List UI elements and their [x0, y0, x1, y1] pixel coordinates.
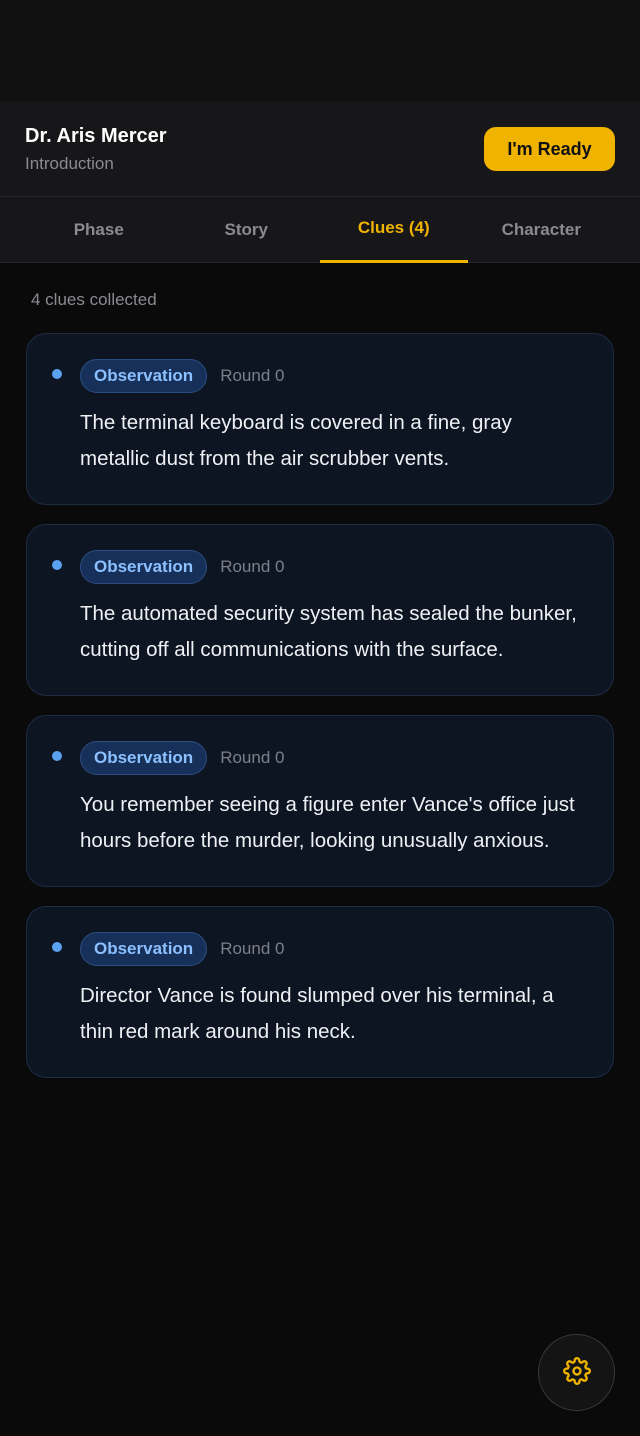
status-bar-area [0, 0, 640, 102]
clue-text: The automated security system has sealed… [80, 602, 577, 661]
gear-icon [562, 1357, 591, 1388]
tab-story[interactable]: Story [173, 197, 321, 262]
clue-type-badge: Observation [80, 359, 208, 393]
app-header: Dr. Aris Mercer Introduction I'm Ready [0, 102, 640, 197]
clue-card: Observation Round 0 You remember seeing … [26, 715, 614, 887]
clues-count: 4 clues collected [31, 290, 157, 309]
clue-type-badge: Observation [80, 550, 208, 584]
character-info: Dr. Aris Mercer Introduction [25, 125, 167, 174]
tab-bar: Phase Story Clues (4) Character [0, 197, 640, 263]
clue-round: Round 0 [220, 366, 285, 385]
bullet-dot [52, 369, 62, 379]
tab-label: Character [501, 219, 581, 239]
tab-character[interactable]: Character [468, 197, 616, 262]
settings-button[interactable] [538, 1334, 615, 1411]
clue-card: Observation Round 0 The terminal keyboar… [26, 333, 614, 505]
tab-clues[interactable]: Clues (4) [320, 197, 468, 263]
ready-button[interactable]: I'm Ready [484, 127, 615, 171]
tab-label: Clues (4) [357, 217, 430, 237]
clue-list: Observation Round 0 The terminal keyboar… [0, 333, 640, 1078]
clue-text: Director Vance is found slumped over his… [80, 984, 554, 1043]
clue-text: The terminal keyboard is covered in a fi… [80, 411, 512, 470]
clue-text: You remember seeing a figure enter Vance… [80, 793, 575, 852]
tab-phase[interactable]: Phase [25, 197, 173, 262]
bullet-dot [52, 751, 62, 761]
clue-type-badge: Observation [80, 741, 208, 775]
clue-round: Round 0 [220, 939, 285, 958]
tab-label: Story [224, 219, 268, 239]
clue-type-badge: Observation [80, 932, 208, 966]
clue-round: Round 0 [220, 557, 285, 576]
phase-name: Introduction [25, 153, 114, 173]
clue-card: Observation Round 0 Director Vance is fo… [26, 906, 614, 1078]
clue-round: Round 0 [220, 748, 285, 767]
bullet-dot [52, 560, 62, 570]
bullet-dot [52, 942, 62, 952]
clue-card: Observation Round 0 The automated securi… [26, 524, 614, 696]
tab-label: Phase [73, 219, 124, 239]
character-name: Dr. Aris Mercer [25, 124, 167, 147]
